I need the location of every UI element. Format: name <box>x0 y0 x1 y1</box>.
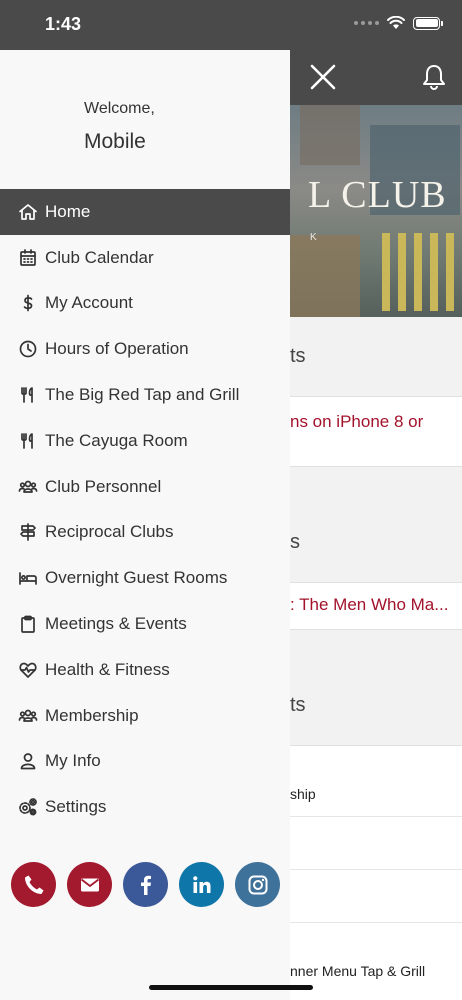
menu-item-reciprocal-clubs[interactable]: Reciprocal Clubs <box>0 510 290 556</box>
welcome-text: Welcome, <box>84 100 155 117</box>
banner-subtitle: K <box>310 232 317 243</box>
user-name: Mobile <box>84 130 146 153</box>
menu-item-my-info[interactable]: My Info <box>0 739 290 785</box>
home-indicator[interactable] <box>149 985 313 990</box>
app-header <box>290 50 462 105</box>
menu-item-label: Club Personnel <box>45 476 162 496</box>
people-icon <box>18 477 38 497</box>
dollar-icon <box>18 293 38 313</box>
people-icon <box>18 706 38 726</box>
list-item[interactable]: nner Menu Tap & Grill <box>290 923 462 1000</box>
menu-item-health-fitness[interactable]: Health & Fitness <box>0 647 290 693</box>
instagram-icon <box>248 875 267 894</box>
battery-icon <box>413 16 443 30</box>
list-item[interactable] <box>290 817 462 870</box>
menu-item-label: The Big Red Tap and Grill <box>45 385 240 405</box>
home-icon <box>18 202 38 222</box>
menu-item-label: Home <box>45 201 91 221</box>
envelope-icon <box>80 878 99 891</box>
menu-item-label: Health & Fitness <box>45 659 170 679</box>
clock-icon <box>18 339 38 359</box>
menu-item-guest-rooms[interactable]: Overnight Guest Rooms <box>0 555 290 601</box>
bell-icon[interactable] <box>420 63 448 91</box>
section-header: ts <box>290 317 462 397</box>
status-icons <box>354 16 443 30</box>
status-bar: 1:43 <box>0 0 462 50</box>
menu-item-label: Settings <box>45 797 107 817</box>
drawer-menu: Home Club Calendar My Account Hours of O… <box>0 189 290 830</box>
menu-item-label: My Info <box>45 751 101 771</box>
list-item[interactable]: ship <box>290 746 462 817</box>
status-time: 1:43 <box>45 14 82 34</box>
facebook-button[interactable] <box>123 862 168 907</box>
menu-item-home[interactable]: Home <box>0 189 290 235</box>
linkedin-icon <box>192 875 210 893</box>
list-item[interactable] <box>290 870 462 923</box>
utensils-icon <box>18 385 38 405</box>
list-item[interactable]: ns on iPhone 8 or <box>290 397 462 467</box>
utensils-icon <box>18 431 38 451</box>
background-app: L CLUB K ts ns on iPhone 8 or s : The Me… <box>290 50 462 1000</box>
menu-item-label: Club Calendar <box>45 247 154 267</box>
bed-icon <box>18 568 38 588</box>
menu-item-label: Overnight Guest Rooms <box>45 568 228 588</box>
menu-item-big-red-tap[interactable]: The Big Red Tap and Grill <box>0 372 290 418</box>
menu-item-label: Hours of Operation <box>45 339 189 359</box>
menu-item-label: The Cayuga Room <box>45 430 188 450</box>
menu-item-label: My Account <box>45 293 133 313</box>
menu-item-club-personnel[interactable]: Club Personnel <box>0 464 290 510</box>
menu-item-settings[interactable]: Settings <box>0 784 290 830</box>
banner-image: L CLUB K <box>290 105 462 317</box>
linkedin-button[interactable] <box>179 862 224 907</box>
email-button[interactable] <box>67 862 112 907</box>
section-header: ts <box>290 630 462 746</box>
section-header: s <box>290 467 462 583</box>
menu-item-club-calendar[interactable]: Club Calendar <box>0 235 290 281</box>
banner-title: L CLUB <box>308 174 447 216</box>
menu-item-cayuga-room[interactable]: The Cayuga Room <box>0 418 290 464</box>
social-links <box>11 862 280 907</box>
menu-item-my-account[interactable]: My Account <box>0 281 290 327</box>
menu-item-meetings-events[interactable]: Meetings & Events <box>0 601 290 647</box>
calendar-icon <box>18 248 38 268</box>
gears-icon <box>18 797 38 817</box>
user-icon <box>18 751 38 771</box>
side-drawer: Welcome, Mobile Home Club Calendar My Ac… <box>0 50 290 1000</box>
facebook-icon <box>140 875 151 895</box>
wifi-icon <box>387 16 405 29</box>
phone-button[interactable] <box>11 862 56 907</box>
instagram-button[interactable] <box>235 862 280 907</box>
heartbeat-icon <box>18 660 38 680</box>
menu-item-label: Reciprocal Clubs <box>45 522 174 542</box>
menu-item-label: Membership <box>45 705 139 725</box>
close-icon[interactable] <box>308 62 338 92</box>
menu-item-hours[interactable]: Hours of Operation <box>0 326 290 372</box>
list-item[interactable]: : The Men Who Ma... <box>290 583 462 630</box>
phone-icon <box>24 875 43 894</box>
signal-icon <box>354 21 379 25</box>
clipboard-icon <box>18 614 38 634</box>
menu-item-label: Meetings & Events <box>45 614 187 634</box>
signpost-icon <box>18 522 38 542</box>
menu-item-membership[interactable]: Membership <box>0 693 290 739</box>
